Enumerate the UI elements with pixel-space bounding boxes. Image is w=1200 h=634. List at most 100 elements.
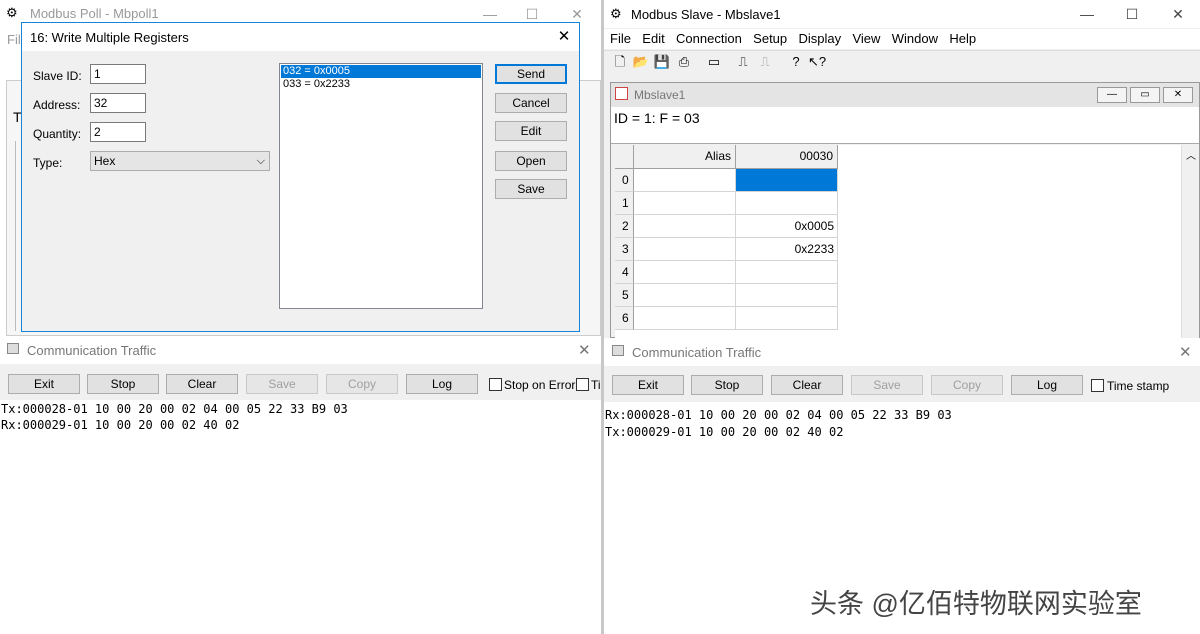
- help-icon[interactable]: ?: [787, 53, 805, 71]
- dialog-close-icon[interactable]: ✕: [549, 27, 579, 47]
- scroll-up-icon[interactable]: ︿: [1186, 147, 1196, 162]
- slave-clear-button[interactable]: Clear: [771, 375, 843, 395]
- menu-window[interactable]: Window: [888, 29, 942, 46]
- menu-display[interactable]: Display: [795, 29, 846, 46]
- poll-time-label: Ti: [591, 378, 601, 392]
- poll-traffic-title: Communication Traffic: [27, 343, 157, 358]
- row-header: 2: [615, 215, 634, 238]
- connect-icon[interactable]: ⎍: [734, 53, 752, 71]
- maximize-icon[interactable]: ☐: [517, 4, 547, 24]
- menu-edit[interactable]: Edit: [638, 29, 668, 46]
- stop-on-error-label: Stop on Error: [504, 378, 576, 392]
- poll-traffic-log[interactable]: Tx:000028-01 10 00 20 00 02 04 00 05 22 …: [0, 400, 601, 634]
- column-header-value[interactable]: 00030: [736, 145, 838, 169]
- row-header: 1: [615, 192, 634, 215]
- slave-stop-button[interactable]: Stop: [691, 375, 763, 395]
- slave-log-button[interactable]: Log: [1011, 375, 1083, 395]
- menu-view[interactable]: View: [848, 29, 884, 46]
- value-cell[interactable]: 0x2233: [736, 238, 838, 261]
- time-stamp-label: Time stamp: [1107, 379, 1170, 393]
- edit-button[interactable]: Edit: [495, 121, 567, 141]
- send-button[interactable]: Send: [495, 64, 567, 84]
- alias-cell[interactable]: [634, 238, 736, 261]
- column-header-alias[interactable]: Alias: [634, 145, 736, 169]
- child-titlebar[interactable]: Mbslave1 — ▭ ✕: [611, 83, 1199, 107]
- poll-stop-button[interactable]: Stop: [87, 374, 159, 394]
- slave-titlebar[interactable]: ⚙ Modbus Slave - Mbslave1 — ☐ ✕: [604, 0, 1200, 28]
- quantity-input[interactable]: 2: [90, 122, 146, 142]
- alias-cell[interactable]: [634, 261, 736, 284]
- alias-cell[interactable]: [634, 284, 736, 307]
- new-file-icon[interactable]: 🗋: [611, 53, 629, 71]
- poll-traffic-line: Rx:000029-01 10 00 20 00 02 40 02: [1, 418, 240, 432]
- minimize-icon[interactable]: —: [1072, 4, 1102, 24]
- poll-exit-button[interactable]: Exit: [8, 374, 80, 394]
- slave-copy-button[interactable]: Copy: [931, 375, 1003, 395]
- child-info-text: ID = 1: F = 03: [614, 110, 700, 126]
- menu-file[interactable]: File: [606, 29, 635, 46]
- value-cell[interactable]: [736, 307, 838, 330]
- poll-title: Modbus Poll - Mbpoll1: [30, 6, 159, 21]
- chevron-down-icon: ⌵: [256, 155, 265, 167]
- poll-traffic-close-icon[interactable]: ✕: [578, 341, 591, 359]
- close-icon[interactable]: ✕: [562, 4, 592, 24]
- alias-cell[interactable]: [634, 215, 736, 238]
- child-maximize-icon[interactable]: ▭: [1130, 87, 1160, 103]
- poll-clear-button[interactable]: Clear: [166, 374, 238, 394]
- slave-app-icon: ⚙: [610, 6, 622, 21]
- poll-log-button[interactable]: Log: [406, 374, 478, 394]
- value-cell-selected[interactable]: [736, 169, 838, 192]
- open-button[interactable]: Open: [495, 151, 567, 171]
- save-disk-icon[interactable]: 💾: [653, 53, 671, 71]
- alias-cell[interactable]: [634, 192, 736, 215]
- print-icon[interactable]: ⎙: [675, 53, 693, 71]
- register-item[interactable]: 033 = 0x2233: [281, 78, 481, 91]
- cancel-button[interactable]: Cancel: [495, 93, 567, 113]
- value-cell[interactable]: [736, 192, 838, 215]
- poll-copy-button[interactable]: Copy: [326, 374, 398, 394]
- alias-cell[interactable]: [634, 169, 736, 192]
- save-button[interactable]: Save: [495, 179, 567, 199]
- register-list[interactable]: 032 = 0x0005 033 = 0x2233: [279, 63, 483, 309]
- type-select[interactable]: Hex ⌵: [90, 151, 270, 171]
- window-icon[interactable]: ▭: [705, 53, 723, 71]
- value-cell[interactable]: [736, 284, 838, 307]
- poll-traffic-titlebar[interactable]: Communication Traffic ✕: [0, 336, 601, 364]
- poll-time-checkbox[interactable]: [576, 378, 589, 391]
- type-label: Type:: [33, 156, 63, 170]
- row-header: 5: [615, 284, 634, 307]
- minimize-icon[interactable]: —: [475, 4, 505, 24]
- slave-id-input[interactable]: 1: [90, 64, 146, 84]
- child-minimize-icon[interactable]: —: [1097, 87, 1127, 103]
- context-help-icon[interactable]: ↖?: [808, 53, 826, 71]
- maximize-icon[interactable]: ☐: [1117, 4, 1147, 24]
- slave-exit-button[interactable]: Exit: [612, 375, 684, 395]
- slave-traffic-close-icon[interactable]: ✕: [1179, 343, 1192, 361]
- stop-on-error-checkbox[interactable]: [489, 378, 502, 391]
- grid-vertical-scrollbar[interactable]: ︿: [1181, 145, 1199, 339]
- slave-save-button[interactable]: Save: [851, 375, 923, 395]
- register-item-selected[interactable]: 032 = 0x0005: [281, 65, 481, 78]
- child-info-bar: ID = 1: F = 03: [611, 107, 1199, 144]
- menu-connection[interactable]: Connection: [672, 29, 746, 46]
- dialog-titlebar[interactable]: 16: Write Multiple Registers ✕: [22, 23, 579, 51]
- address-input[interactable]: 32: [90, 93, 146, 113]
- menu-help[interactable]: Help: [945, 29, 980, 46]
- row-header: 3: [615, 238, 634, 261]
- close-icon[interactable]: ✕: [1163, 4, 1193, 24]
- disconnect-icon[interactable]: ⎍: [756, 53, 774, 71]
- value-cell[interactable]: 0x0005: [736, 215, 838, 238]
- child-close-icon[interactable]: ✕: [1163, 87, 1193, 103]
- slave-traffic-titlebar[interactable]: Communication Traffic ✕: [604, 338, 1200, 366]
- poll-menu-partial[interactable]: File: [7, 32, 21, 47]
- traffic-icon: [7, 343, 19, 354]
- menu-setup[interactable]: Setup: [749, 29, 791, 46]
- open-folder-icon[interactable]: 📂: [632, 53, 650, 71]
- row-header: 6: [615, 307, 634, 330]
- poll-save-button[interactable]: Save: [246, 374, 318, 394]
- value-cell[interactable]: [736, 261, 838, 284]
- time-stamp-checkbox[interactable]: [1091, 379, 1104, 392]
- address-label: Address:: [33, 98, 81, 112]
- slave-child-window: Mbslave1 — ▭ ✕ ID = 1: F = 03 Alias 0003…: [610, 82, 1200, 339]
- alias-cell[interactable]: [634, 307, 736, 330]
